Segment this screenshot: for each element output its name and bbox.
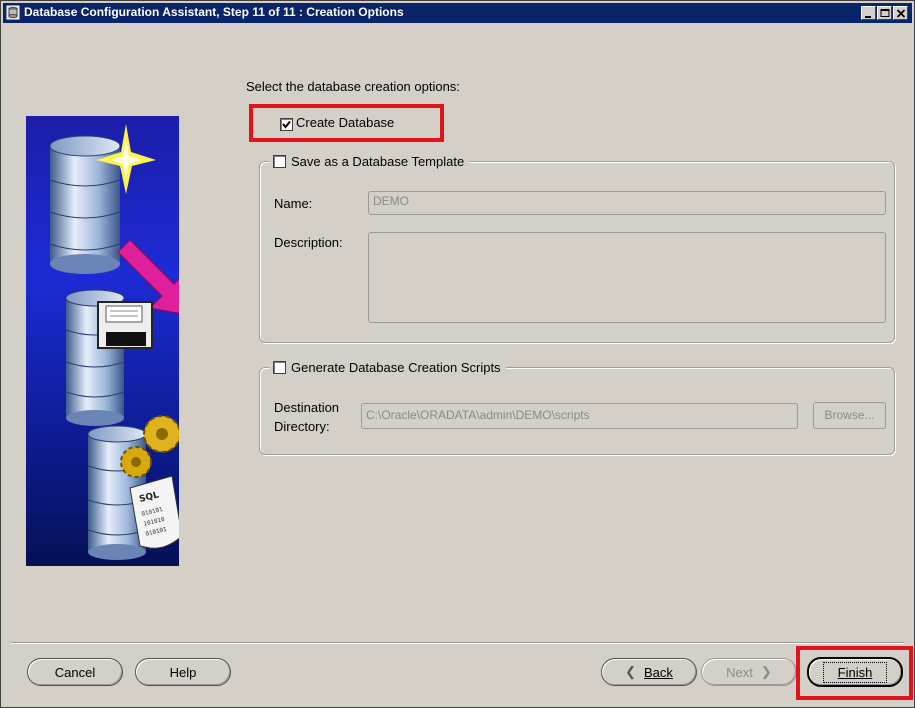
save-template-label[interactable]: Save as a Database Template [291, 154, 464, 169]
options-prompt: Select the database creation options: [246, 79, 460, 94]
generate-scripts-checkbox[interactable] [273, 360, 286, 374]
close-icon[interactable] [893, 6, 908, 20]
create-database-highlight [249, 104, 444, 142]
chevron-right-icon: ❯ [760, 664, 772, 679]
wizard-graphic: SQL 010101 101010 010101 [26, 116, 179, 566]
dialog-window: Database Configuration Assistant, Step 1… [0, 0, 915, 708]
app-icon [6, 5, 20, 20]
title-bar[interactable]: Database Configuration Assistant, Step 1… [3, 3, 912, 23]
maximize-icon[interactable] [877, 6, 892, 20]
chevron-left-icon: ❮ [625, 664, 636, 679]
next-button[interactable]: Next ❯ [701, 658, 797, 686]
footer-separator [11, 642, 904, 644]
name-label: Name: [274, 196, 313, 211]
destination-label-line1: Destination [274, 400, 340, 415]
scripts-group-legend: Generate Database Creation Scripts [269, 359, 506, 375]
help-button[interactable]: Help [135, 658, 231, 686]
destination-directory-input[interactable]: C:\Oracle\ORADATA\admin\DEMO\scripts [361, 403, 798, 429]
template-description-textarea[interactable] [368, 232, 886, 323]
destination-label-line2: Directory: [274, 419, 330, 434]
template-group-legend: Save as a Database Template [269, 153, 470, 169]
template-name-input[interactable]: DEMO [368, 191, 886, 215]
description-label: Description: [274, 235, 343, 250]
browse-button[interactable]: Browse... [813, 402, 886, 429]
window-title: Database Configuration Assistant, Step 1… [24, 5, 404, 19]
cancel-label: Cancel [54, 664, 96, 680]
back-label: Back [644, 664, 673, 680]
minimize-icon[interactable] [861, 6, 876, 20]
generate-scripts-label[interactable]: Generate Database Creation Scripts [291, 360, 501, 375]
finish-highlight [796, 646, 913, 700]
floppy-disk-icon [97, 301, 153, 349]
help-label: Help [169, 664, 197, 680]
cancel-button[interactable]: Cancel [27, 658, 123, 686]
next-label: Next [726, 664, 753, 680]
back-button[interactable]: ❮ Back [601, 658, 697, 686]
save-template-checkbox[interactable] [273, 154, 286, 168]
